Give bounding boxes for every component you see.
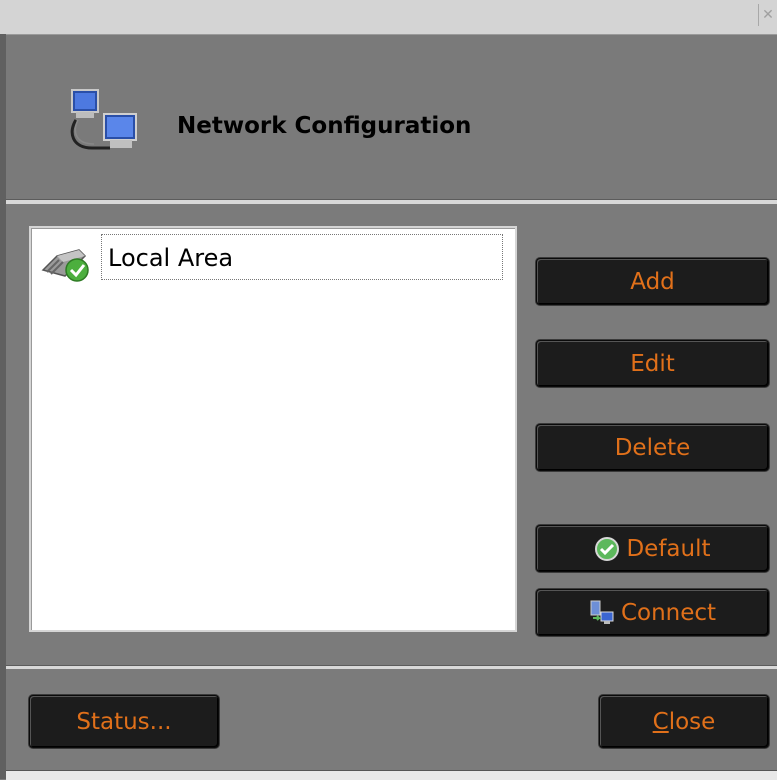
status-button[interactable]: Status... bbox=[29, 695, 219, 748]
edit-button-label: Edit bbox=[630, 350, 675, 377]
list-item-label[interactable]: Local Area bbox=[101, 234, 503, 280]
window-close-icon[interactable]: ✕ bbox=[758, 4, 777, 26]
connect-button[interactable]: Connect bbox=[536, 589, 769, 636]
check-circle-icon bbox=[594, 536, 620, 562]
close-button-label: Close bbox=[652, 708, 716, 735]
add-button[interactable]: Add bbox=[536, 258, 769, 305]
footer-divider bbox=[6, 665, 777, 669]
list-item[interactable]: Local Area bbox=[37, 234, 509, 282]
delete-button[interactable]: Delete bbox=[536, 424, 769, 471]
edit-button[interactable]: Edit bbox=[536, 340, 769, 387]
window-titlebar bbox=[0, 0, 777, 35]
connect-computers-icon bbox=[589, 600, 615, 626]
default-button-label: Default bbox=[626, 535, 711, 562]
connection-list[interactable]: Local Area bbox=[29, 226, 517, 632]
delete-button-label: Delete bbox=[614, 434, 691, 461]
header-divider bbox=[6, 199, 777, 204]
status-button-label: Status... bbox=[76, 708, 172, 735]
network-computers-icon bbox=[66, 88, 144, 158]
add-button-label: Add bbox=[630, 268, 675, 295]
page-title: Network Configuration bbox=[177, 113, 472, 139]
connect-button-label: Connect bbox=[620, 599, 717, 626]
network-cable-check-icon bbox=[39, 240, 95, 284]
close-button[interactable]: Close bbox=[599, 695, 769, 748]
default-button[interactable]: Default bbox=[536, 525, 769, 572]
